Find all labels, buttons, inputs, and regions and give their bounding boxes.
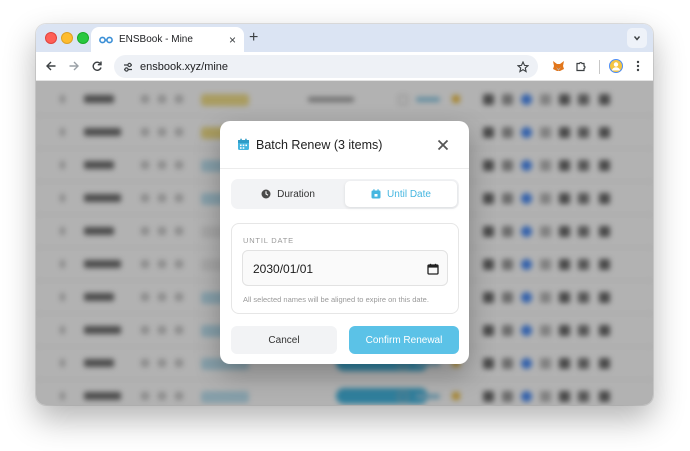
extensions-puzzle-icon[interactable] [572, 57, 590, 75]
tab-close-icon[interactable]: × [229, 34, 236, 46]
url-text[interactable]: ensbook.xyz/mine [140, 61, 514, 73]
confirm-renewal-button[interactable]: Confirm Renewal [349, 326, 459, 354]
tab-ensbook[interactable]: ENSBook - Mine × [91, 27, 244, 52]
until-date-help-text: All selected names will be aligned to ex… [243, 295, 429, 304]
tab-search-chevron-icon[interactable] [627, 28, 647, 48]
new-tab-button[interactable]: + [249, 29, 258, 47]
minimize-window-button[interactable] [61, 32, 73, 44]
kebab-menu-icon[interactable] [629, 57, 647, 75]
calendar-icon [237, 138, 250, 151]
toolbar-divider [599, 60, 600, 74]
calendar-picker-icon[interactable] [427, 262, 439, 275]
until-date-input[interactable]: 2030/01/01 [242, 250, 448, 286]
profile-avatar-icon[interactable] [607, 57, 625, 75]
tab-duration-label: Duration [277, 188, 315, 200]
page-content: Batch Renew (3 items) Duration Until Dat… [36, 81, 653, 405]
clock-icon [261, 189, 271, 199]
tab-title: ENSBook - Mine [119, 34, 193, 45]
modal-header: Batch Renew (3 items) [220, 121, 469, 169]
tab-duration[interactable]: Duration [233, 181, 343, 207]
until-date-value: 2030/01/01 [253, 262, 314, 276]
zoom-window-button[interactable] [77, 32, 89, 44]
until-date-label: UNTIL DATE [243, 236, 294, 245]
batch-renew-modal: Batch Renew (3 items) Duration Until Dat… [220, 121, 469, 364]
tab-strip: ENSBook - Mine × + [36, 24, 653, 52]
site-info-icon[interactable] [120, 59, 136, 75]
until-date-panel: UNTIL DATE 2030/01/01 All selected names… [231, 223, 459, 314]
forward-arrow-icon[interactable] [65, 57, 83, 75]
close-window-button[interactable] [45, 32, 57, 44]
ens-glasses-icon [99, 35, 113, 45]
modal-title: Batch Renew (3 items) [256, 138, 383, 152]
tab-until-date[interactable]: Until Date [345, 181, 457, 207]
bookmark-star-icon[interactable] [514, 58, 532, 76]
reload-icon[interactable] [88, 57, 106, 75]
renew-mode-toggle: Duration Until Date [231, 179, 459, 209]
metamask-fox-icon[interactable] [549, 57, 567, 75]
address-bar[interactable]: ensbook.xyz/mine [114, 55, 538, 78]
browser-toolbar: ensbook.xyz/mine [36, 52, 653, 81]
tab-until-date-label: Until Date [387, 188, 431, 200]
cancel-button[interactable]: Cancel [231, 326, 337, 354]
back-arrow-icon[interactable] [42, 57, 60, 75]
close-x-icon[interactable] [435, 137, 451, 153]
browser-window: ENSBook - Mine × + ensbook.xyz/mine Batc… [36, 24, 653, 405]
calendar-icon [371, 189, 381, 199]
